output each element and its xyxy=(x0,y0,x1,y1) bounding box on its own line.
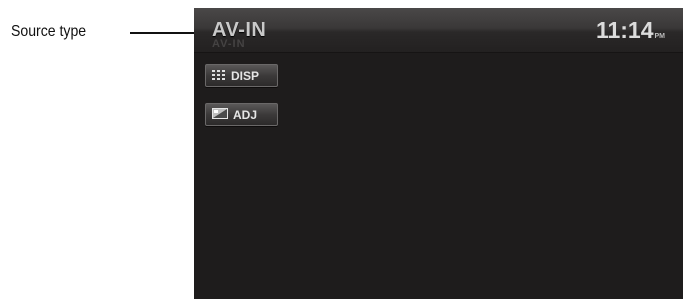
clock-time: 11:14 xyxy=(595,17,654,43)
device-screen: AV-IN AV-IN 11:14PM DISP ADJ xyxy=(194,8,683,299)
adj-button-label: ADJ xyxy=(233,107,258,122)
clock-ampm: PM xyxy=(654,33,666,40)
disp-button[interactable]: DISP xyxy=(205,64,278,87)
figure: Source type AV-IN AV-IN 11:14PM DISP ADJ xyxy=(0,0,683,299)
disp-grid-icon xyxy=(212,67,226,85)
adj-button[interactable]: ADJ xyxy=(205,103,278,126)
disp-button-label: DISP xyxy=(231,68,260,83)
annotation-label: Source type xyxy=(11,23,87,40)
top-status-bar: AV-IN AV-IN 11:14PM xyxy=(194,8,683,53)
adjust-picture-icon xyxy=(212,106,228,124)
source-title-reflection: AV-IN xyxy=(212,38,246,50)
clock: 11:14PM xyxy=(596,17,665,50)
